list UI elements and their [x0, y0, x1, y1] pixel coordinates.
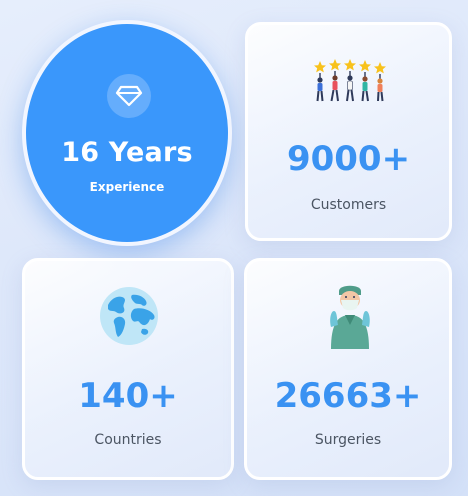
countries-label: Countries: [94, 432, 162, 448]
countries-stat-card: 140+ Countries: [22, 258, 234, 480]
diamond-icon: [107, 74, 151, 118]
customers-stat-card: 9000+ Customers: [245, 22, 452, 241]
surgeries-value: 26663+: [274, 376, 422, 416]
people-holding-stars-icon: [314, 59, 386, 102]
countries-value: 140+: [78, 376, 178, 416]
experience-value: 16 Years: [61, 137, 193, 168]
surgeries-stat-card: 26663+ Surgeries: [244, 258, 452, 480]
surgeries-label: Surgeries: [314, 432, 382, 448]
customers-label: Customers: [310, 197, 387, 213]
experience-label: Experience: [89, 180, 165, 194]
globe-icon: [100, 287, 158, 345]
customers-value: 9000+: [286, 139, 411, 179]
experience-stat-circle: 16 Years Experience: [22, 20, 232, 246]
surgeon-icon: [330, 285, 370, 349]
